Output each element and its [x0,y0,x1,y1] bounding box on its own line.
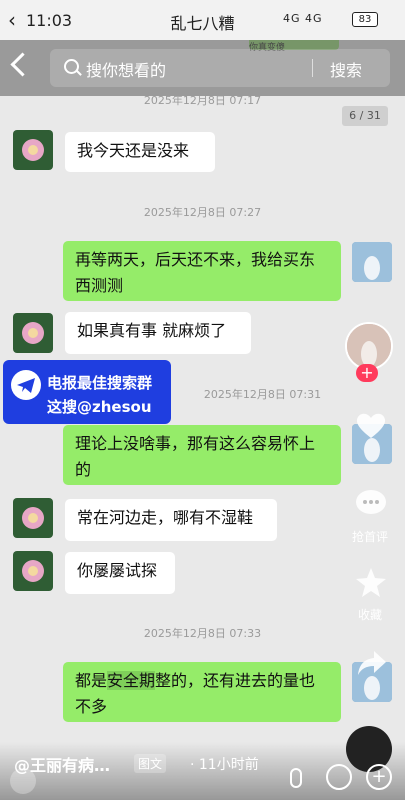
favorite-label: 收藏 [357,608,382,622]
message-bubble: 理论上没啥事，那有这么容易怀上的 [63,425,341,485]
message-bubble: 如果真有事 就麻烦了 [65,312,251,354]
signal-icon: 4G 4G [283,12,323,25]
heart-icon[interactable] [354,410,388,440]
promo-line-2: 这搜@zhesou [47,398,152,416]
page-counter: 6 / 31 [342,106,388,126]
message-bubble: 你屡屡试探 [65,552,175,594]
promo-line-1: 电报最佳搜索群 [47,374,153,392]
microphone-icon[interactable] [290,768,302,788]
avatar [13,551,53,591]
comment-icon[interactable] [354,488,388,518]
battery-icon: 83 [352,12,378,27]
search-input[interactable]: 搜你想看的 [86,57,166,81]
highlighted-text: 安全期 [107,671,156,690]
search-icon [64,59,79,74]
promo-banner[interactable]: 电报最佳搜索群 这搜@zhesou [3,360,171,424]
status-bar: ‹ 11:03 乱七八糟 4G 4G 83 [0,0,405,40]
search-box[interactable]: 搜你想看的 搜索 [50,49,390,87]
avatar [13,313,53,353]
message-bubble: 常在河边走，哪有不湿鞋 [65,499,277,541]
post-time: · 11小时前 [190,757,259,773]
divider [312,59,313,77]
message-bubble: 我今天还是没来 [65,132,215,172]
timestamp: 2025年12月8日 07:27 [143,206,262,219]
search-button[interactable]: 搜索 [330,57,362,81]
message-bubble: 都是安全期整的，还有进去的量也不多 [63,662,341,722]
post-type-badge: 图文 [134,754,167,773]
emoji-icon[interactable] [326,764,352,790]
audio-icon[interactable] [10,768,36,794]
timestamp: 2025年12月8日 07:33 [143,627,262,640]
add-icon[interactable]: + [366,764,392,790]
telegram-icon [11,370,41,400]
share-icon[interactable] [356,648,388,678]
chat-title: 乱七八糟 [170,14,235,33]
avatar [13,498,53,538]
comment-label: 抢首评 [351,530,388,544]
avatar [352,242,392,282]
avatar [13,130,53,170]
message-bubble: 再等两天，后天还不来，我给买东西测测 [63,241,341,301]
follow-button[interactable]: + [356,364,378,382]
star-icon[interactable] [354,566,388,600]
